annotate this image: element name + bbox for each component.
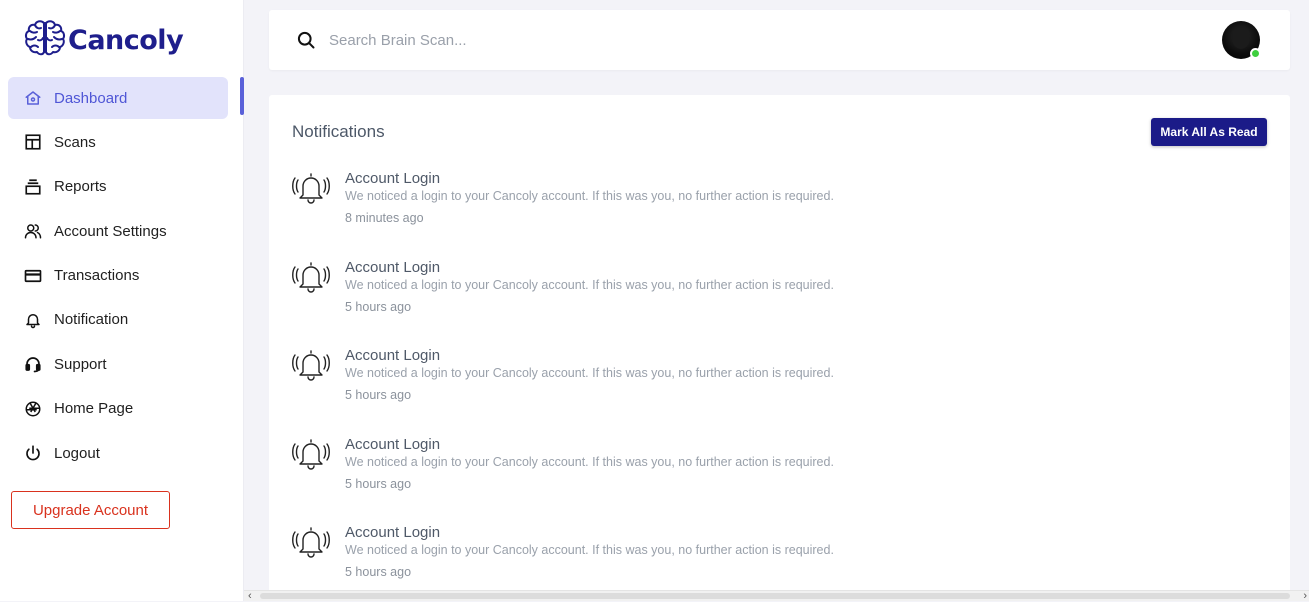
notification-time: 5 hours ago [345, 388, 412, 402]
bell-ringing-icon [291, 524, 331, 560]
search-icon[interactable] [296, 30, 316, 50]
bell-icon [24, 311, 42, 329]
bell-ringing-icon [291, 347, 331, 383]
scroll-right-icon[interactable]: › [1303, 590, 1307, 602]
archive-icon [24, 178, 42, 196]
notifications-panel: Notifications Mark All As Read Account L… [269, 95, 1290, 601]
sidebar-item-support[interactable]: Support [8, 343, 228, 385]
sidebar-item-label: Notification [54, 311, 129, 329]
home-icon [24, 89, 42, 107]
avatar[interactable] [1222, 21, 1261, 59]
credit-card-icon [24, 267, 42, 285]
sidebar: Cancoly Dashboard Scans Reports Account … [0, 0, 244, 601]
sidebar-item-label: Transactions [54, 267, 140, 285]
sidebar-item-label: Account Settings [54, 222, 167, 240]
notification-item[interactable]: Account Login We noticed a login to your… [291, 259, 991, 329]
notification-time: 5 hours ago [345, 477, 412, 491]
sidebar-item-label: Logout [54, 444, 100, 462]
notification-time: 5 hours ago [345, 565, 412, 579]
brand-name: Cancoly [68, 24, 184, 56]
bell-ringing-icon [291, 259, 331, 295]
notification-item[interactable]: Account Login We noticed a login to your… [291, 170, 991, 240]
notification-time: 5 hours ago [345, 300, 412, 314]
active-indicator [240, 77, 244, 115]
notification-title: Account Login [345, 524, 441, 541]
aperture-icon [24, 400, 42, 418]
notification-message: We noticed a login to your Cancoly accou… [345, 366, 834, 380]
notification-item[interactable]: Account Login We noticed a login to your… [291, 347, 991, 417]
sidebar-item-label: Dashboard [54, 89, 128, 107]
brain-icon [24, 19, 66, 62]
sidebar-item-label: Reports [54, 178, 107, 196]
online-status-dot [1250, 48, 1261, 59]
notification-title: Account Login [345, 259, 441, 276]
notification-message: We noticed a login to your Cancoly accou… [345, 278, 834, 292]
notification-title: Account Login [345, 436, 441, 453]
notification-message: We noticed a login to your Cancoly accou… [345, 189, 834, 203]
search-input[interactable] [329, 26, 829, 54]
users-icon [24, 222, 42, 240]
sidebar-nav: Dashboard Scans Reports Account Settings… [8, 77, 244, 477]
notification-item[interactable]: Account Login We noticed a login to your… [291, 524, 991, 594]
notification-title: Account Login [345, 347, 441, 364]
sidebar-item-notification[interactable]: Notification [8, 299, 228, 341]
sidebar-item-account-settings[interactable]: Account Settings [8, 210, 228, 252]
sidebar-item-logout[interactable]: Logout [8, 432, 228, 474]
horizontal-scrollbar[interactable]: ‹ › [244, 590, 1309, 602]
scrollbar-thumb[interactable] [260, 593, 1290, 599]
sidebar-item-reports[interactable]: Reports [8, 166, 228, 208]
bell-ringing-icon [291, 170, 331, 206]
scroll-left-icon[interactable]: ‹ [248, 590, 252, 602]
sidebar-item-home-page[interactable]: Home Page [8, 388, 228, 430]
top-bar [269, 10, 1290, 70]
notification-item[interactable]: Account Login We noticed a login to your… [291, 436, 991, 506]
upgrade-account-button[interactable]: Upgrade Account [11, 491, 170, 529]
notification-title: Account Login [345, 170, 441, 187]
brand-logo[interactable]: Cancoly [24, 19, 184, 62]
bell-ringing-icon [291, 436, 331, 472]
sidebar-item-label: Support [54, 355, 107, 373]
mark-all-read-button[interactable]: Mark All As Read [1151, 118, 1267, 146]
notification-time: 8 minutes ago [345, 211, 424, 225]
headset-icon [24, 355, 42, 373]
page-title: Notifications [292, 122, 385, 141]
sidebar-item-dashboard[interactable]: Dashboard [8, 77, 228, 119]
power-icon [24, 444, 42, 462]
sidebar-item-label: Scans [54, 133, 96, 151]
notification-message: We noticed a login to your Cancoly accou… [345, 543, 834, 557]
notification-message: We noticed a login to your Cancoly accou… [345, 455, 834, 469]
sidebar-item-scans[interactable]: Scans [8, 121, 228, 163]
avatar-face [1232, 27, 1250, 49]
sidebar-item-label: Home Page [54, 400, 134, 418]
layout-icon [24, 133, 42, 151]
sidebar-item-transactions[interactable]: Transactions [8, 255, 228, 297]
